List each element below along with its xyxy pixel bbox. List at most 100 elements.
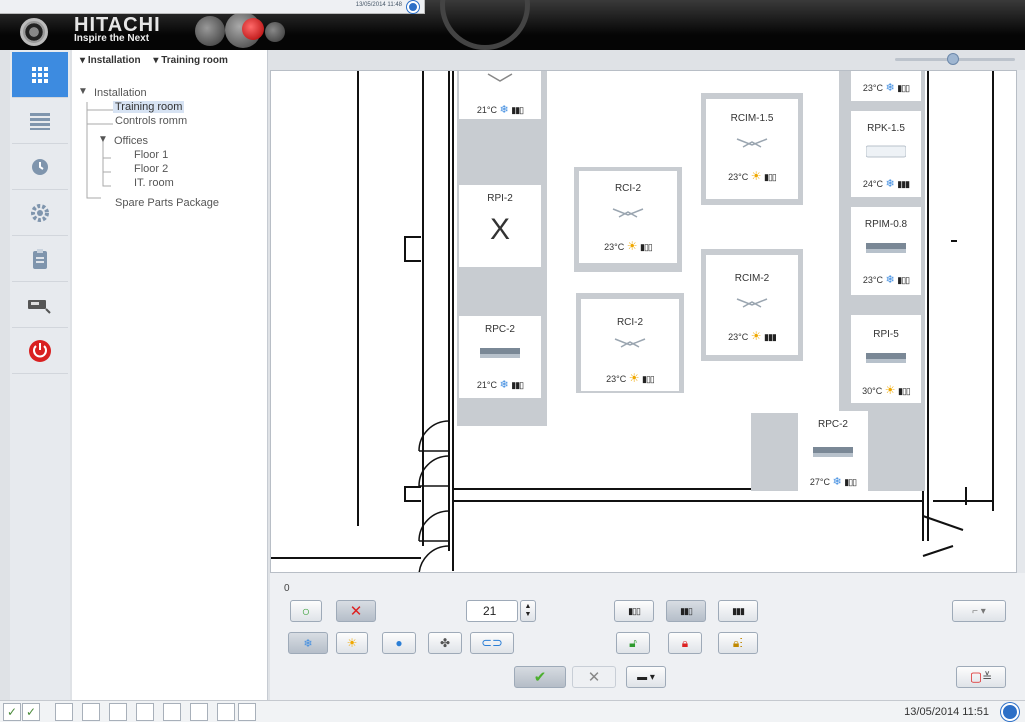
fan-speed-icon: ▮▮▯ <box>511 380 524 390</box>
mode-auto-button[interactable]: ⊂⊃ <box>470 632 514 654</box>
unit-temp: 23°C <box>728 332 749 342</box>
ac-unit-card[interactable]: 23°C ❄ ▮▯▯ <box>851 71 921 101</box>
fan-medium-button[interactable]: ▮▮▯ <box>666 600 706 622</box>
status-slot[interactable] <box>136 703 154 721</box>
status-slot[interactable] <box>82 703 100 721</box>
nav-list-button[interactable] <box>12 98 68 144</box>
apply-button[interactable]: ✔ <box>514 666 566 688</box>
unit-name: RCI-2 <box>616 317 644 328</box>
ac-unit-card[interactable]: RPK-1.5 24°C ❄ ▮▮▮ <box>851 111 921 197</box>
cassette-unit-icon <box>614 338 646 348</box>
ac-unit-card[interactable]: RCI-2 23°C ☀ ▮▯▯ <box>581 299 679 391</box>
mode-heat-button[interactable]: ☀ <box>336 632 368 654</box>
status-slot-checked[interactable]: ✓ <box>22 703 40 721</box>
wall-unit-icon <box>866 145 906 158</box>
popup-datetime: 13/05/2014 11:48 <box>355 2 402 8</box>
unit-temp: 27°C <box>809 477 830 487</box>
fan-speed-icon: ▮▮▯ <box>511 105 524 115</box>
louver-dropdown[interactable]: ⌐ ▾ <box>952 600 1006 622</box>
lock-partial-button[interactable]: 🔒︎ⵗ <box>718 632 758 654</box>
tree-item-training-room[interactable]: Training room <box>113 101 185 113</box>
nav-grid-button[interactable] <box>12 52 68 98</box>
setpoint-input[interactable]: 21 <box>466 600 518 622</box>
fan-speed-icon: ▮▮▮ <box>764 332 777 342</box>
tree-item-spare-parts-package[interactable]: Spare Parts Package <box>115 197 219 209</box>
unit-temp: 21°C <box>476 380 497 390</box>
fan-icon: ✤ <box>439 636 451 650</box>
ac-unit-card[interactable]: RCI-2 23°C ☀ ▮▯▯ <box>579 171 677 263</box>
unit-status: 21°C ❄ ▮▮▯ <box>459 103 541 116</box>
tree-item-installation[interactable]: Installation <box>94 87 147 99</box>
heat-mode-icon: ☀ <box>750 329 762 343</box>
tree-item-offices[interactable]: Offices <box>114 135 148 147</box>
lock-button[interactable]: 🔒︎ <box>668 632 702 654</box>
chevron-up-icon[interactable]: ▲ <box>525 603 532 611</box>
ac-unit-card[interactable]: RPC-2 27°C ❄ ▮▯▯ <box>798 411 868 495</box>
ac-unit-card[interactable]: RPC-2 21°C ❄ ▮▮▯ <box>459 316 541 398</box>
mode-cool-button[interactable]: ❄ <box>288 632 328 654</box>
fan-speed-icon: ▮▯▯ <box>897 83 910 93</box>
fan-low-button[interactable]: ▮▯▯ <box>614 600 654 622</box>
breadcrumb-item-installation[interactable]: ▾ Installation <box>80 55 141 66</box>
chevron-down-icon[interactable]: ▼ <box>525 611 532 619</box>
mode-fan-button[interactable]: ✤ <box>428 632 462 654</box>
mode-dry-button[interactable]: ● <box>382 632 416 654</box>
cancel-button[interactable]: ✕ <box>572 666 616 688</box>
unit-temp: 23°C <box>862 275 883 285</box>
grid-icon <box>32 66 48 83</box>
ac-unit-card[interactable]: 21°C ❄ ▮▮▯ <box>459 71 541 119</box>
status-slot[interactable] <box>238 703 256 721</box>
unit-temp: 21°C <box>476 105 497 115</box>
status-slot[interactable] <box>55 703 73 721</box>
nav-settings-button[interactable] <box>12 190 68 236</box>
unit-status: 30°C ☀ ▮▯▯ <box>851 383 921 397</box>
power-off-button[interactable]: ✕ <box>336 600 376 622</box>
tree-item-it-room[interactable]: IT. room <box>134 177 174 189</box>
status-slot[interactable] <box>109 703 127 721</box>
fan-speed-icon: ▮▯▯ <box>898 386 911 396</box>
ac-unit-card[interactable]: RCIM-1.5 23°C ☀ ▮▯▯ <box>706 99 798 199</box>
connection-status-icon[interactable] <box>1001 703 1019 721</box>
zoom-slider[interactable] <box>895 52 1015 66</box>
cool-mode-icon: ❄ <box>885 274 895 286</box>
tree-item-controls-room[interactable]: Controls romm <box>115 115 187 127</box>
settings-logo-icon[interactable] <box>20 18 48 46</box>
zoom-slider-thumb[interactable] <box>947 53 959 65</box>
nav-power-button[interactable] <box>12 328 68 374</box>
status-slot[interactable] <box>163 703 181 721</box>
floor-plan-canvas[interactable]: 21°C ❄ ▮▮▯ RPI-2 X RPC-2 21°C ❄ ▮▮▯ RCI-… <box>270 70 1017 573</box>
ac-unit-card[interactable]: RCIM-2 23°C ☀ ▮▮▮ <box>706 255 798 355</box>
status-bar: ✓ ✓ 13/05/2014 11:51 <box>0 700 1025 722</box>
clipboard-icon <box>33 248 47 269</box>
tree-toggle-icon[interactable]: ▼ <box>98 134 108 145</box>
tree-item-floor-2[interactable]: Floor 2 <box>134 163 168 175</box>
status-slot[interactable] <box>217 703 235 721</box>
tree-toggle-icon[interactable]: ▼ <box>78 86 88 97</box>
setpoint-stepper[interactable]: ▲ ▼ <box>520 600 536 622</box>
status-slot-checked[interactable]: ✓ <box>3 703 21 721</box>
fan-high-button[interactable]: ▮▮▮ <box>718 600 758 622</box>
breadcrumb-item-training-room[interactable]: ▾ Training room <box>153 55 227 66</box>
decorative-orb-red <box>242 18 264 40</box>
vertical-scrollbar[interactable] <box>1017 70 1025 573</box>
unit-temp: 30°C <box>862 386 883 396</box>
ac-unit-card[interactable]: RPIM-0.8 23°C ❄ ▮▯▯ <box>851 207 921 295</box>
ducted-unit-icon <box>866 243 906 253</box>
close-icon: ✕ <box>587 669 601 686</box>
status-datetime: 13/05/2014 11:51 <box>904 706 989 718</box>
options-dropdown[interactable]: ▬ ▾ <box>626 666 666 688</box>
collapse-panel-button[interactable]: ▢ ≚ <box>956 666 1006 688</box>
nav-controller-button[interactable] <box>12 282 68 328</box>
fan-speed-icon: ▮▮▮ <box>897 179 910 189</box>
power-on-button[interactable]: ○ <box>290 600 322 622</box>
unlock-button[interactable]: 🔓︎ <box>616 632 650 654</box>
brand-logo: HITACHI <box>74 14 161 36</box>
ac-unit-card[interactable]: RPI-2 X <box>459 185 541 267</box>
unit-status: 23°C ☀ ▮▯▯ <box>581 371 679 385</box>
nav-clipboard-button[interactable] <box>12 236 68 282</box>
nav-clock-button[interactable] <box>12 144 68 190</box>
tree-item-floor-1[interactable]: Floor 1 <box>134 149 168 161</box>
status-slot[interactable] <box>190 703 208 721</box>
unit-name: RCIM-1.5 <box>730 113 774 124</box>
ac-unit-card[interactable]: RPI-5 30°C ☀ ▮▯▯ <box>851 315 921 403</box>
